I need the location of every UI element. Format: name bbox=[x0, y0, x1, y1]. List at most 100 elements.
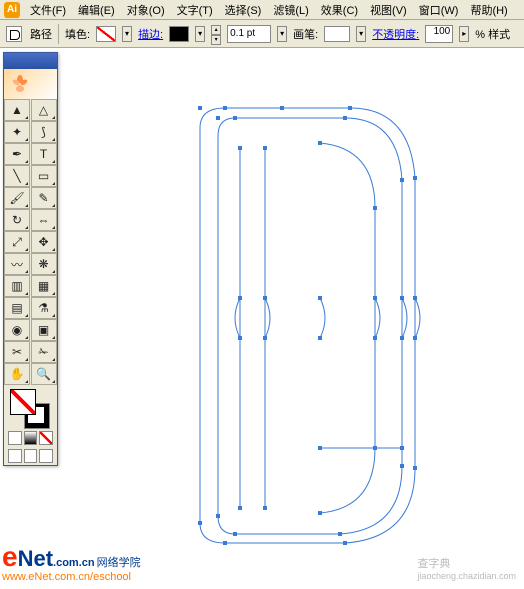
watermark-sub: jiaocheng.chazidian.com bbox=[417, 571, 516, 581]
zoom-tool-icon: 🔍 bbox=[37, 367, 51, 381]
eyedropper-tool-icon: ⚗ bbox=[37, 301, 51, 315]
selection-tool-icon: ▲ bbox=[10, 103, 24, 117]
reflect-tool-icon: ⇔ bbox=[37, 213, 51, 227]
path-type-icon[interactable] bbox=[6, 26, 22, 42]
flyout-indicator-icon bbox=[52, 182, 55, 185]
menu-edit[interactable]: 编辑(E) bbox=[72, 0, 121, 20]
zoom-tool[interactable]: 🔍 bbox=[31, 363, 57, 385]
canvas-area[interactable] bbox=[60, 48, 524, 589]
pen-tool[interactable]: ✒ bbox=[4, 143, 30, 165]
flyout-indicator-icon bbox=[25, 270, 28, 273]
gradient-tool-icon: ▤ bbox=[10, 301, 24, 315]
screen-mode-row bbox=[4, 447, 57, 465]
fill-color-swatch[interactable] bbox=[10, 389, 36, 415]
stroke-label[interactable]: 描边: bbox=[138, 26, 163, 42]
flyout-indicator-icon bbox=[52, 160, 55, 163]
menu-object[interactable]: 对象(O) bbox=[121, 0, 171, 20]
app-icon: Ai bbox=[4, 2, 20, 18]
fill-swatch[interactable] bbox=[96, 26, 116, 42]
menu-file[interactable]: 文件(F) bbox=[24, 0, 72, 20]
scale-tool-icon: ⤢ bbox=[10, 235, 24, 249]
color-mode-solid[interactable] bbox=[8, 431, 22, 445]
symbol-sprayer-tool[interactable]: ❋ bbox=[31, 253, 57, 275]
stroke-weight-stepper[interactable]: ▴▾ bbox=[211, 25, 221, 43]
stroke-swatch[interactable] bbox=[169, 26, 189, 42]
slice-tool[interactable]: ✂ bbox=[4, 341, 30, 363]
menu-help[interactable]: 帮助(H) bbox=[464, 0, 513, 20]
flyout-indicator-icon bbox=[52, 380, 55, 383]
column-graph-tool[interactable]: ▥ bbox=[4, 275, 30, 297]
lasso-tool-icon: ⟆ bbox=[37, 125, 51, 139]
gradient-tool[interactable]: ▤ bbox=[4, 297, 30, 319]
enet-e: e bbox=[2, 541, 18, 572]
menu-window[interactable]: 窗口(W) bbox=[413, 0, 465, 20]
lasso-tool[interactable]: ⟆ bbox=[31, 121, 57, 143]
type-tool[interactable]: T bbox=[31, 143, 57, 165]
toolbox-titlebar[interactable] bbox=[4, 53, 57, 69]
fill-label: 填色: bbox=[65, 26, 90, 42]
color-mode-none[interactable] bbox=[39, 431, 53, 445]
menu-type[interactable]: 文字(T) bbox=[171, 0, 219, 20]
flyout-indicator-icon bbox=[25, 336, 28, 339]
flyout-indicator-icon bbox=[25, 138, 28, 141]
options-bar: 路径 填色: ▾ 描边: ▾ ▴▾ 0.1 pt ▾ 画笔: ▾ 不透明度: 1… bbox=[0, 20, 524, 48]
flyout-indicator-icon bbox=[52, 336, 55, 339]
brush-swatch[interactable] bbox=[324, 26, 350, 42]
enet-branding: eNet.com.cn网络学院 www.eNet.com.cn/eschool bbox=[2, 541, 141, 583]
flyout-indicator-icon bbox=[52, 314, 55, 317]
stroke-dropdown-icon[interactable]: ▾ bbox=[195, 26, 205, 42]
magic-wand-tool[interactable]: ✦ bbox=[4, 121, 30, 143]
rotate-tool[interactable]: ↻ bbox=[4, 209, 30, 231]
menu-effect[interactable]: 效果(C) bbox=[315, 0, 364, 20]
opacity-dropdown-icon[interactable]: ▸ bbox=[459, 26, 469, 42]
live-paint-tool[interactable]: ▣ bbox=[31, 319, 57, 341]
type-tool-icon: T bbox=[37, 147, 51, 161]
scissors-tool-icon: ✁ bbox=[37, 345, 51, 359]
symbol-sprayer-tool-icon: ❋ bbox=[37, 257, 51, 271]
selected-path-letter-d[interactable] bbox=[170, 88, 430, 568]
menu-view[interactable]: 视图(V) bbox=[364, 0, 413, 20]
flyout-indicator-icon bbox=[52, 116, 55, 119]
opacity-suffix: % 样式 bbox=[475, 26, 510, 42]
blend-tool[interactable]: ◉ bbox=[4, 319, 30, 341]
paintbrush-tool[interactable]: 🖌 bbox=[4, 187, 30, 209]
menu-filter[interactable]: 滤镜(L) bbox=[267, 0, 314, 20]
opacity-input[interactable]: 100 bbox=[425, 25, 453, 43]
eyedropper-tool[interactable]: ⚗ bbox=[31, 297, 57, 319]
color-mode-gradient[interactable] bbox=[24, 431, 38, 445]
flower-icon bbox=[8, 72, 32, 96]
flyout-indicator-icon bbox=[52, 204, 55, 207]
line-tool[interactable]: ╲ bbox=[4, 165, 30, 187]
selection-tool[interactable]: ▲ bbox=[4, 99, 30, 121]
warp-tool[interactable]: 〰 bbox=[4, 253, 30, 275]
stroke-weight-dropdown-icon[interactable]: ▾ bbox=[277, 26, 287, 42]
mesh-tool[interactable]: ▦ bbox=[31, 275, 57, 297]
flyout-indicator-icon bbox=[52, 292, 55, 295]
opacity-label[interactable]: 不透明度: bbox=[372, 26, 419, 42]
scissors-tool[interactable]: ✁ bbox=[31, 341, 57, 363]
pen-tool-icon: ✒ bbox=[10, 147, 24, 161]
tool-grid: ▲ △ ✦ ⟆ ✒ T ╲▭🖌✎↻ ⇔ ⤢ ✥〰 ❋ ▥▦ ▤ ⚗ ◉▣✂ ✁ ✋ 🔍 bbox=[4, 99, 57, 385]
screen-mode-full-menu[interactable] bbox=[24, 449, 38, 463]
brush-label: 画笔: bbox=[293, 26, 318, 42]
rectangle-tool[interactable]: ▭ bbox=[31, 165, 57, 187]
free-transform-tool[interactable]: ✥ bbox=[31, 231, 57, 253]
brush-dropdown-icon[interactable]: ▾ bbox=[356, 26, 366, 42]
pencil-tool[interactable]: ✎ bbox=[31, 187, 57, 209]
stroke-weight-input[interactable]: 0.1 pt bbox=[227, 25, 271, 43]
reflect-tool[interactable]: ⇔ bbox=[31, 209, 57, 231]
screen-mode-normal[interactable] bbox=[8, 449, 22, 463]
flyout-indicator-icon bbox=[25, 116, 28, 119]
menu-select[interactable]: 选择(S) bbox=[219, 0, 268, 20]
flyout-indicator-icon bbox=[25, 204, 28, 207]
scale-tool[interactable]: ⤢ bbox=[4, 231, 30, 253]
enet-zh: 网络学院 bbox=[97, 557, 141, 569]
fill-dropdown-icon[interactable]: ▾ bbox=[122, 26, 132, 42]
magic-wand-tool-icon: ✦ bbox=[10, 125, 24, 139]
direct-selection-tool[interactable]: △ bbox=[31, 99, 57, 121]
flyout-indicator-icon bbox=[52, 138, 55, 141]
flyout-indicator-icon bbox=[52, 248, 55, 251]
screen-mode-full[interactable] bbox=[39, 449, 53, 463]
flyout-indicator-icon bbox=[25, 226, 28, 229]
hand-tool[interactable]: ✋ bbox=[4, 363, 30, 385]
